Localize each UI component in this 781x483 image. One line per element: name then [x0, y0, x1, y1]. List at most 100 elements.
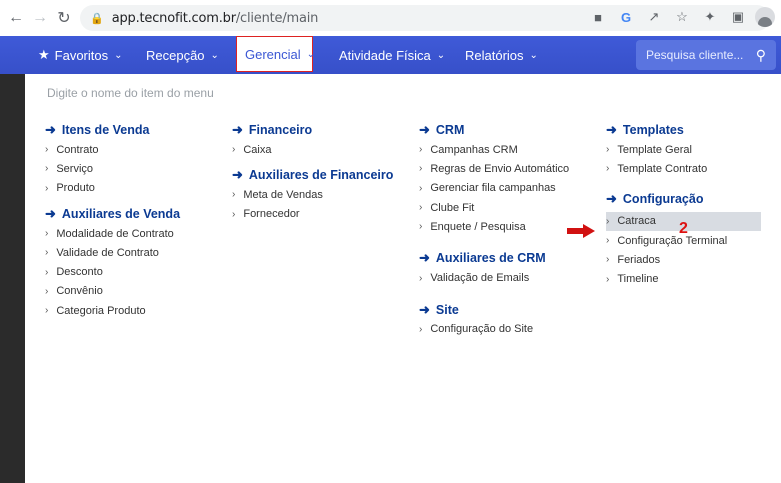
menu-item-meta-de-vendas[interactable]: › Meta de Vendas	[232, 185, 393, 204]
menu-item-label: Template Contrato	[617, 162, 708, 175]
nav-atividade-fisica[interactable]: Atividade Física ⌄	[339, 36, 445, 74]
menu-filter-input[interactable]: Digite o nome do item do menu	[47, 86, 214, 100]
group-title: Itens de Venda	[61, 123, 150, 137]
menu-item-label: Caixa	[243, 143, 272, 156]
menu-item-modalidade-de-contrato[interactable]: › Modalidade de Contrato	[45, 224, 180, 243]
chevron-down-icon: ⌄	[210, 49, 219, 61]
menu-item-categoria-produto[interactable]: › Categoria Produto	[45, 301, 180, 320]
avatar[interactable]	[755, 7, 775, 27]
menu-column-1: ➜ Itens de Venda › Contrato › Serviço › Prod…	[45, 120, 180, 320]
menu-item-label: Feriados	[617, 253, 661, 266]
group-title: CRM	[435, 123, 465, 137]
chevron-down-icon: ⌄	[529, 49, 538, 61]
arrow-right-icon: ➜	[232, 122, 243, 137]
extensions-icon[interactable]: ✦	[699, 6, 721, 28]
arrow-right-icon: ➜	[606, 190, 617, 206]
chevron-right-icon: ›	[232, 144, 236, 156]
nav-recepcao[interactable]: Recepção ⌄	[146, 36, 219, 74]
chevron-right-icon: ›	[45, 247, 49, 259]
nav-recepcao-label: Recepção	[146, 47, 205, 63]
menu-item-label: Configuração do Site	[430, 323, 534, 336]
camera-icon[interactable]: ■	[587, 6, 609, 28]
arrow-right-icon: ➜	[606, 122, 617, 137]
arrow-right-icon: ➜	[419, 250, 430, 266]
chevron-right-icon: ›	[45, 305, 49, 317]
nav-atividade-label: Atividade Física	[339, 47, 431, 63]
star-icon[interactable]: ☆	[671, 6, 693, 28]
nav-gerencial-label: Gerencial	[245, 46, 301, 62]
chevron-right-icon: ›	[232, 208, 236, 220]
nav-gerencial[interactable]: Gerencial ⌄	[236, 36, 315, 72]
menu-item-timeline[interactable]: › Timeline	[606, 269, 761, 288]
chevron-right-icon: ›	[606, 273, 610, 285]
chevron-right-icon: ›	[45, 285, 49, 297]
menu-item-label: Regras de Envio Automático	[430, 162, 570, 175]
chevron-right-icon: ›	[419, 323, 423, 335]
back-icon[interactable]: ←	[4, 6, 28, 30]
arrow-right-icon: ➜	[419, 301, 430, 317]
chevron-right-icon: ›	[419, 144, 423, 156]
group-auxiliares-de-crm: ➜ Auxiliares de CRM	[419, 248, 569, 268]
menu-item-servico[interactable]: › Serviço	[45, 159, 180, 178]
menu-item-label: Serviço	[56, 162, 94, 175]
menu-item-label: Desconto	[56, 266, 103, 279]
menu-item-validacao-emails[interactable]: › Validação de Emails	[419, 268, 569, 287]
menu-item-enquete[interactable]: › Enquete / Pesquisa	[419, 217, 569, 236]
menu-item-template-geral[interactable]: › Template Geral	[606, 140, 761, 159]
chevron-right-icon: ›	[606, 144, 610, 156]
menu-item-label: Categoria Produto	[56, 304, 146, 317]
menu-item-label: Catraca	[617, 215, 656, 228]
menu-item-label: Contrato	[56, 143, 99, 156]
group-title: Site	[435, 302, 459, 317]
google-icon[interactable]: G	[615, 6, 637, 28]
search-icon[interactable]: ⚲	[756, 47, 766, 64]
lock-icon: 🔒	[90, 12, 104, 25]
arrow-right-icon: ➜	[232, 167, 243, 183]
chevron-right-icon: ›	[606, 254, 610, 266]
menu-item-label: Produto	[56, 182, 95, 195]
arrow-right-icon: ➜	[45, 122, 56, 137]
forward-icon[interactable]: →	[28, 6, 52, 30]
menu-item-fornecedor[interactable]: › Fornecedor	[232, 205, 393, 224]
chevron-right-icon: ›	[419, 221, 423, 233]
menu-item-desconto[interactable]: › Desconto	[45, 262, 180, 281]
group-financeiro: ➜ Financeiro	[232, 120, 393, 140]
menu-item-validade-de-contrato[interactable]: › Validade de Contrato	[45, 243, 180, 262]
chevron-right-icon: ›	[419, 202, 423, 214]
chevron-right-icon: ›	[606, 215, 610, 227]
menu-item-convenio[interactable]: › Convênio	[45, 282, 180, 301]
group-crm: ➜ CRM	[419, 120, 569, 140]
menu-item-label: Convênio	[56, 285, 103, 298]
url-text: app.tecnofit.com.br/cliente/main	[111, 10, 319, 26]
top-navigation: ★ Favoritos ⌄ Recepção ⌄ Gerencial ⌄ Ati…	[0, 36, 781, 74]
menu-item-clube-fit[interactable]: › Clube Fit	[419, 198, 569, 217]
menu-item-label: Configuração Terminal	[617, 234, 728, 247]
share-icon[interactable]: ↗	[643, 6, 665, 28]
menu-item-contrato[interactable]: › Contrato	[45, 140, 180, 159]
chevron-right-icon: ›	[419, 163, 423, 175]
menu-item-gerenciar-fila[interactable]: › Gerenciar fila campanhas	[419, 179, 569, 198]
menu-item-campanhas-crm[interactable]: › Campanhas CRM	[419, 140, 569, 159]
menu-item-regras-envio[interactable]: › Regras de Envio Automático	[419, 159, 569, 178]
group-title: Templates	[622, 123, 684, 137]
group-title: Auxiliares de Financeiro	[248, 168, 394, 183]
chevron-right-icon: ›	[606, 163, 610, 175]
nav-relatorios-label: Relatórios	[465, 47, 524, 63]
annotation-step-2: 2	[679, 220, 688, 237]
menu-item-produto[interactable]: › Produto	[45, 179, 180, 198]
group-templates: ➜ Templates	[606, 120, 761, 140]
sidepanel-icon[interactable]: ▣	[727, 6, 749, 28]
annotation-arrow-icon	[567, 224, 595, 238]
nav-favoritos-label: Favoritos	[54, 47, 109, 63]
reload-icon[interactable]: ↻	[52, 6, 76, 30]
menu-item-label: Campanhas CRM	[430, 143, 518, 156]
menu-item-caixa[interactable]: › Caixa	[232, 140, 393, 159]
nav-relatorios[interactable]: Relatórios ⌄	[465, 36, 538, 74]
menu-item-template-contrato[interactable]: › Template Contrato	[606, 159, 761, 178]
client-search-input[interactable]: Pesquisa cliente... ⚲	[636, 40, 776, 70]
menu-item-configuracao-site[interactable]: › Configuração do Site	[419, 320, 569, 339]
menu-item-feriados[interactable]: › Feriados	[606, 250, 761, 269]
chevron-right-icon: ›	[45, 144, 49, 156]
nav-favoritos[interactable]: ★ Favoritos ⌄	[38, 36, 123, 74]
menu-column-3: ➜ CRM › Campanhas CRM › Regras de Envio Aut…	[419, 120, 569, 339]
